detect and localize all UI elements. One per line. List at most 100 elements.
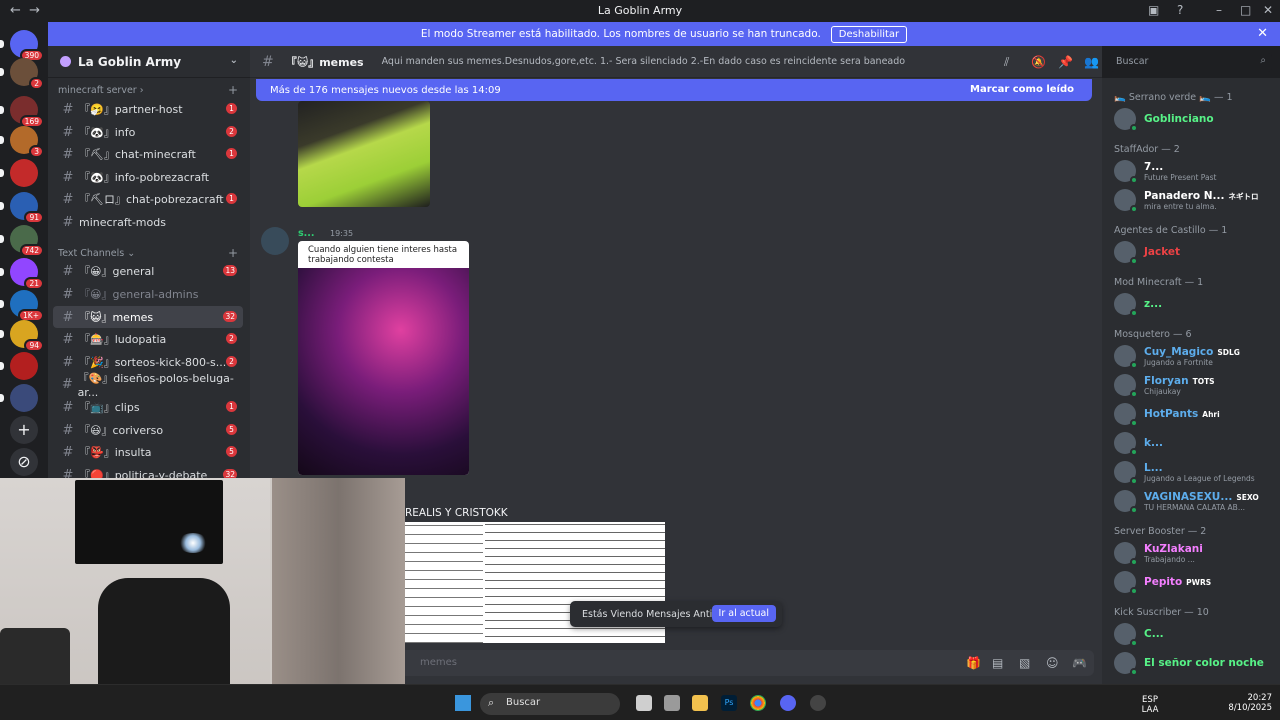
- add-channel-icon[interactable]: +: [228, 246, 238, 260]
- member-item[interactable]: z...: [1114, 291, 1274, 317]
- avatar[interactable]: [261, 227, 289, 255]
- channel-item[interactable]: # 『😀』general 13: [53, 260, 243, 282]
- channel-topic[interactable]: Aqui manden sus memes.Desnudos,gore,etc.…: [382, 56, 906, 67]
- member-item[interactable]: Pepito PWRS: [1114, 569, 1274, 595]
- server-icon[interactable]: 91: [10, 192, 44, 224]
- channel-item[interactable]: # 『🐼』info-pobrezacraft: [53, 166, 243, 188]
- chevron-down-icon[interactable]: ⌄: [230, 55, 238, 66]
- mark-as-read-button[interactable]: Marcar como leído: [970, 84, 1074, 95]
- emoji-icon[interactable]: ☺: [1046, 656, 1059, 670]
- clan-tag: PWRS: [1186, 578, 1212, 587]
- avatar: [1114, 241, 1138, 265]
- add-channel-icon[interactable]: +: [228, 83, 238, 97]
- channel-item[interactable]: # 『👺』insulta 5: [53, 441, 243, 463]
- gif-icon[interactable]: ▤: [992, 656, 1003, 670]
- threads-icon[interactable]: ⫽: [1004, 55, 1018, 69]
- disable-streamer-button[interactable]: Deshabilitar: [830, 25, 908, 43]
- member-item[interactable]: C...: [1114, 621, 1274, 647]
- unread-pill: [0, 394, 4, 402]
- status-dot: [1130, 668, 1138, 676]
- pin-icon[interactable]: 📌: [1058, 55, 1073, 69]
- channel-label: 『😃』coriverso: [79, 424, 164, 437]
- search-input[interactable]: Buscar ⌕: [1110, 53, 1272, 72]
- chrome-icon[interactable]: [750, 695, 766, 711]
- channel-item[interactable]: # 『🤧』partner-host 1: [53, 98, 243, 120]
- category-text-channels[interactable]: Text Channels ⌄ +: [58, 246, 238, 260]
- message-author[interactable]: s...: [298, 228, 314, 239]
- member-item[interactable]: 7... Future Present Past: [1114, 158, 1274, 184]
- server-icon[interactable]: 94: [10, 320, 44, 352]
- discover-icon[interactable]: ⊘: [10, 448, 38, 476]
- channel-item[interactable]: # 『⛏』chat-minecraft 1: [53, 143, 243, 165]
- taskbar-search[interactable]: ⌕ Buscar: [480, 693, 620, 715]
- channel-item[interactable]: # 『📺』clips 1: [53, 396, 243, 418]
- mute-bell-icon[interactable]: 🔕: [1031, 55, 1046, 69]
- server-icon[interactable]: 742: [10, 225, 44, 257]
- server-icon[interactable]: 390: [10, 30, 44, 62]
- member-item[interactable]: HotPants Ahri: [1114, 401, 1274, 427]
- server-icon[interactable]: 1K+: [10, 290, 44, 322]
- help-icon[interactable]: ?: [1177, 3, 1183, 17]
- message-input[interactable]: memes: [398, 650, 1094, 676]
- channel-item[interactable]: # 『😺』memes 32: [53, 306, 243, 328]
- photoshop-icon[interactable]: Ps: [721, 695, 737, 711]
- server-icon[interactable]: 3: [10, 126, 44, 158]
- server-badge: 742: [19, 244, 44, 257]
- system-tray[interactable]: ESP LAA 20:27 8/10/2025: [1142, 693, 1272, 715]
- server-icon[interactable]: [10, 159, 38, 187]
- app-icon[interactable]: [664, 695, 680, 711]
- close-icon[interactable]: ✕: [1257, 26, 1268, 41]
- member-item[interactable]: Floryan TOTS Chijaukay: [1114, 372, 1274, 398]
- jump-to-present-button[interactable]: Ir al actual: [711, 605, 776, 622]
- gift-icon[interactable]: 🎁: [966, 656, 981, 670]
- server-icon[interactable]: 21: [10, 258, 44, 290]
- apps-icon[interactable]: 🎮: [1072, 656, 1087, 670]
- message-image[interactable]: [298, 101, 430, 207]
- new-messages-bar[interactable]: Más de 176 mensajes nuevos desde las 14:…: [256, 79, 1092, 101]
- channel-item[interactable]: # 『🎨』diseños-polos-beluga-ar...: [53, 372, 243, 399]
- language-indicator[interactable]: ESP LAA: [1138, 695, 1162, 715]
- server-icon[interactable]: [10, 384, 38, 412]
- channel-item[interactable]: # 『🎰』ludopatia 2: [53, 328, 243, 350]
- member-item[interactable]: k...: [1114, 430, 1274, 456]
- inbox-icon[interactable]: ▣: [1148, 3, 1159, 17]
- channel-item[interactable]: # minecraft-mods: [53, 211, 243, 233]
- status-dot: [1130, 639, 1138, 647]
- discord-icon[interactable]: [780, 695, 796, 711]
- channel-header: # 『😺』memes Aqui manden sus memes.Desnudo…: [250, 46, 1102, 78]
- add-server-icon[interactable]: +: [10, 416, 38, 444]
- guild-header[interactable]: La Goblin Army ⌄: [48, 46, 250, 78]
- server-icon[interactable]: 169: [10, 96, 44, 128]
- member-item[interactable]: Jacket: [1114, 239, 1274, 265]
- members-icon[interactable]: 👥: [1084, 55, 1099, 69]
- member-item[interactable]: Cuy_Magico SDLG Jugando a Fortnite: [1114, 343, 1274, 369]
- channel-label: 『🐼』info-pobrezacraft: [79, 171, 210, 184]
- sticker-icon[interactable]: ▧: [1019, 656, 1030, 670]
- server-icon[interactable]: [10, 352, 38, 380]
- server-icon[interactable]: 2: [10, 58, 44, 90]
- member-item[interactable]: Goblinciano: [1114, 106, 1274, 132]
- obs-icon[interactable]: [810, 695, 826, 711]
- channel-item[interactable]: # 『⛏ロ』chat-pobrezacraft 1: [53, 188, 243, 210]
- guild-icon: [60, 56, 71, 67]
- channel-item[interactable]: # 『😃』coriverso 5: [53, 419, 243, 441]
- windows-start-icon[interactable]: [455, 695, 471, 711]
- message-image[interactable]: Cuando alguien tiene interes hasta traba…: [298, 241, 469, 475]
- file-explorer-icon[interactable]: [692, 695, 708, 711]
- maximize-button[interactable]: □: [1240, 3, 1251, 17]
- member-name-row: Goblinciano: [1144, 113, 1214, 125]
- category-minecraft[interactable]: minecraft server › +: [58, 83, 238, 97]
- member-item[interactable]: KuZlakani Trabajando ...: [1114, 540, 1274, 566]
- task-view-icon[interactable]: [636, 695, 652, 711]
- channel-item[interactable]: # 『🐼』info 2: [53, 121, 243, 143]
- avatar: [1114, 374, 1138, 398]
- channel-label: 『🎨』diseños-polos-beluga-ar...: [77, 371, 234, 399]
- close-window-button[interactable]: ✕: [1263, 3, 1273, 17]
- member-item[interactable]: L... Jugando a League of Legends: [1114, 459, 1274, 485]
- channel-item[interactable]: # 『😀』general-admins: [53, 283, 243, 305]
- minimize-button[interactable]: –: [1216, 3, 1222, 17]
- member-item[interactable]: VAGINASEXU... SEXO TU HERMANA CALATA AB...: [1114, 488, 1274, 514]
- member-item[interactable]: El señor color noche: [1114, 650, 1274, 676]
- status-dot: [1130, 558, 1138, 566]
- member-item[interactable]: Panadero N... ネギトロ mira entre tu alma.: [1114, 187, 1274, 213]
